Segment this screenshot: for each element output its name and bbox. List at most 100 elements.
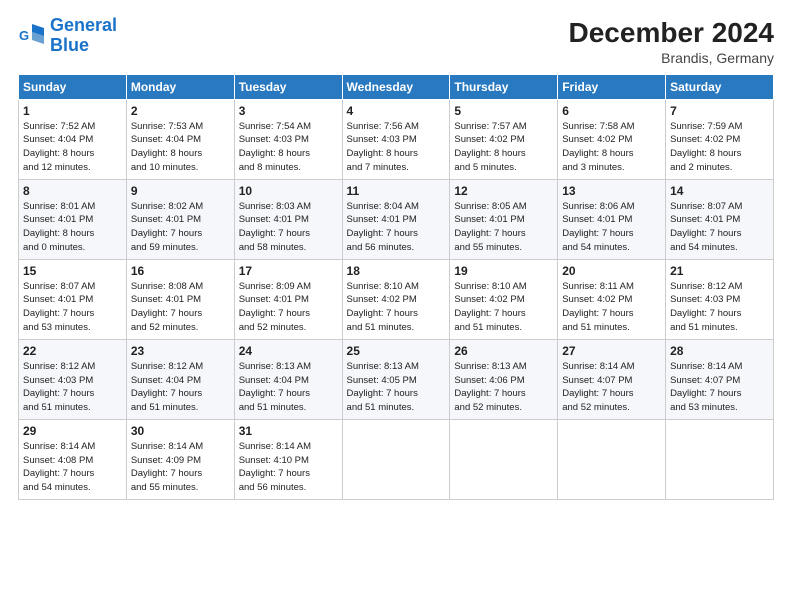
cell-line: Sunrise: 8:01 AM xyxy=(23,200,122,214)
cell-line: and 7 minutes. xyxy=(347,161,446,175)
calendar-cell: 26Sunrise: 8:13 AMSunset: 4:06 PMDayligh… xyxy=(450,339,558,419)
calendar-cell: 18Sunrise: 8:10 AMSunset: 4:02 PMDayligh… xyxy=(342,259,450,339)
calendar-week-4: 22Sunrise: 8:12 AMSunset: 4:03 PMDayligh… xyxy=(19,339,774,419)
cell-line: Sunset: 4:09 PM xyxy=(131,454,230,468)
calendar-cell xyxy=(342,419,450,499)
calendar-cell: 17Sunrise: 8:09 AMSunset: 4:01 PMDayligh… xyxy=(234,259,342,339)
cell-line: and 59 minutes. xyxy=(131,241,230,255)
cell-text: Sunrise: 8:11 AMSunset: 4:02 PMDaylight:… xyxy=(562,280,661,335)
title-block: December 2024 Brandis, Germany xyxy=(569,16,774,66)
logo-text: General Blue xyxy=(50,16,117,56)
cell-text: Sunrise: 8:14 AMSunset: 4:10 PMDaylight:… xyxy=(239,440,338,495)
calendar-week-2: 8Sunrise: 8:01 AMSunset: 4:01 PMDaylight… xyxy=(19,179,774,259)
cell-line: Sunrise: 7:53 AM xyxy=(131,120,230,134)
cell-text: Sunrise: 7:53 AMSunset: 4:04 PMDaylight:… xyxy=(131,120,230,175)
col-wednesday: Wednesday xyxy=(342,74,450,99)
cell-text: Sunrise: 8:13 AMSunset: 4:04 PMDaylight:… xyxy=(239,360,338,415)
cell-line: Daylight: 7 hours xyxy=(347,387,446,401)
logo-line2: Blue xyxy=(50,35,89,55)
cell-line: Daylight: 7 hours xyxy=(239,387,338,401)
cell-line: Sunset: 4:01 PM xyxy=(454,213,553,227)
cell-line: Sunrise: 8:10 AM xyxy=(347,280,446,294)
calendar-cell: 24 Sunrise: 8:13 AMSunset: 4:04 PMDayligh… xyxy=(234,339,342,419)
main-title: December 2024 xyxy=(569,16,774,50)
calendar-table: Sunday Monday Tuesday Wednesday Thursday… xyxy=(18,74,774,500)
calendar-cell xyxy=(666,419,774,499)
calendar-cell: 30 Sunrise: 8:14 AMSunset: 4:09 PMDayligh… xyxy=(126,419,234,499)
cell-line: Sunrise: 8:05 AM xyxy=(454,200,553,214)
cell-text: Sunrise: 8:12 AMSunset: 4:03 PMDaylight:… xyxy=(23,360,122,415)
col-monday: Monday xyxy=(126,74,234,99)
cell-line: Daylight: 7 hours xyxy=(670,227,769,241)
cell-line: Sunset: 4:04 PM xyxy=(131,133,230,147)
cell-line: Sunset: 4:01 PM xyxy=(23,213,122,227)
calendar-cell: 6Sunrise: 7:58 AMSunset: 4:02 PMDaylight… xyxy=(558,99,666,179)
calendar-cell: 23Sunrise: 8:12 AMSunset: 4:04 PMDayligh… xyxy=(126,339,234,419)
day-number: 25 xyxy=(347,344,446,358)
cell-line: Daylight: 7 hours xyxy=(670,307,769,321)
cell-line: Sunrise: 8:14 AM xyxy=(670,360,769,374)
cell-line: Sunset: 4:02 PM xyxy=(562,293,661,307)
calendar-cell: 5Sunrise: 7:57 AMSunset: 4:02 PMDaylight… xyxy=(450,99,558,179)
cell-line: Sunset: 4:06 PM xyxy=(454,374,553,388)
day-number: 27 xyxy=(562,344,661,358)
cell-line: Daylight: 8 hours xyxy=(23,147,122,161)
cell-text: Sunrise: 7:56 AMSunset: 4:03 PMDaylight:… xyxy=(347,120,446,175)
cell-line: Daylight: 7 hours xyxy=(239,227,338,241)
cell-line: Daylight: 7 hours xyxy=(239,467,338,481)
cell-line: Daylight: 8 hours xyxy=(670,147,769,161)
cell-text: Sunrise: 8:10 AMSunset: 4:02 PMDaylight:… xyxy=(454,280,553,335)
day-number: 30 xyxy=(131,424,230,438)
cell-line: Sunset: 4:04 PM xyxy=(239,374,338,388)
cell-line: and 56 minutes. xyxy=(239,481,338,495)
calendar-cell: 12Sunrise: 8:05 AMSunset: 4:01 PMDayligh… xyxy=(450,179,558,259)
cell-line: Sunset: 4:07 PM xyxy=(670,374,769,388)
calendar-cell: 27 Sunrise: 8:14 AMSunset: 4:07 PMDayligh… xyxy=(558,339,666,419)
cell-line: Sunrise: 8:12 AM xyxy=(131,360,230,374)
cell-line: Sunset: 4:10 PM xyxy=(239,454,338,468)
cell-line: and 51 minutes. xyxy=(131,401,230,415)
calendar-cell: 15Sunrise: 8:07 AMSunset: 4:01 PMDayligh… xyxy=(19,259,127,339)
calendar-cell: 9Sunrise: 8:02 AMSunset: 4:01 PMDaylight… xyxy=(126,179,234,259)
cell-line: and 0 minutes. xyxy=(23,241,122,255)
cell-line: Daylight: 7 hours xyxy=(23,467,122,481)
cell-line: Sunrise: 8:06 AM xyxy=(562,200,661,214)
cell-text: Sunrise: 8:12 AMSunset: 4:04 PMDaylight:… xyxy=(131,360,230,415)
cell-line: Sunset: 4:02 PM xyxy=(670,133,769,147)
cell-line: and 58 minutes. xyxy=(239,241,338,255)
cell-line: Sunrise: 8:03 AM xyxy=(239,200,338,214)
day-number: 4 xyxy=(347,104,446,118)
day-number: 15 xyxy=(23,264,122,278)
cell-line: Sunrise: 8:04 AM xyxy=(347,200,446,214)
day-number: 11 xyxy=(347,184,446,198)
cell-text: Sunrise: 8:14 AMSunset: 4:09 PMDaylight:… xyxy=(131,440,230,495)
day-number: 18 xyxy=(347,264,446,278)
calendar-cell xyxy=(450,419,558,499)
cell-text: Sunrise: 7:58 AMSunset: 4:02 PMDaylight:… xyxy=(562,120,661,175)
day-number: 8 xyxy=(23,184,122,198)
cell-line: Daylight: 8 hours xyxy=(23,227,122,241)
cell-text: Sunrise: 8:07 AMSunset: 4:01 PMDaylight:… xyxy=(670,200,769,255)
day-number: 24 xyxy=(239,344,338,358)
cell-text: Sunrise: 8:14 AMSunset: 4:07 PMDaylight:… xyxy=(562,360,661,415)
cell-line: Sunset: 4:01 PM xyxy=(562,213,661,227)
calendar-week-3: 15Sunrise: 8:07 AMSunset: 4:01 PMDayligh… xyxy=(19,259,774,339)
logo: G General Blue xyxy=(18,16,117,56)
cell-text: Sunrise: 8:05 AMSunset: 4:01 PMDaylight:… xyxy=(454,200,553,255)
cell-line: Daylight: 7 hours xyxy=(347,307,446,321)
cell-line: Daylight: 7 hours xyxy=(23,387,122,401)
cell-text: Sunrise: 7:54 AMSunset: 4:03 PMDaylight:… xyxy=(239,120,338,175)
cell-line: Daylight: 8 hours xyxy=(347,147,446,161)
cell-line: Sunset: 4:03 PM xyxy=(23,374,122,388)
cell-line: Daylight: 7 hours xyxy=(670,387,769,401)
cell-text: Sunrise: 8:02 AMSunset: 4:01 PMDaylight:… xyxy=(131,200,230,255)
cell-line: and 54 minutes. xyxy=(23,481,122,495)
cell-line: and 55 minutes. xyxy=(454,241,553,255)
cell-line: and 51 minutes. xyxy=(454,321,553,335)
cell-line: Daylight: 7 hours xyxy=(562,227,661,241)
calendar-cell: 10Sunrise: 8:03 AMSunset: 4:01 PMDayligh… xyxy=(234,179,342,259)
page: G General Blue December 2024 Brandis, Ge… xyxy=(0,0,792,612)
calendar-cell: 31Sunrise: 8:14 AMSunset: 4:10 PMDayligh… xyxy=(234,419,342,499)
cell-line: Sunset: 4:01 PM xyxy=(670,213,769,227)
calendar-cell: 20Sunrise: 8:11 AMSunset: 4:02 PMDayligh… xyxy=(558,259,666,339)
